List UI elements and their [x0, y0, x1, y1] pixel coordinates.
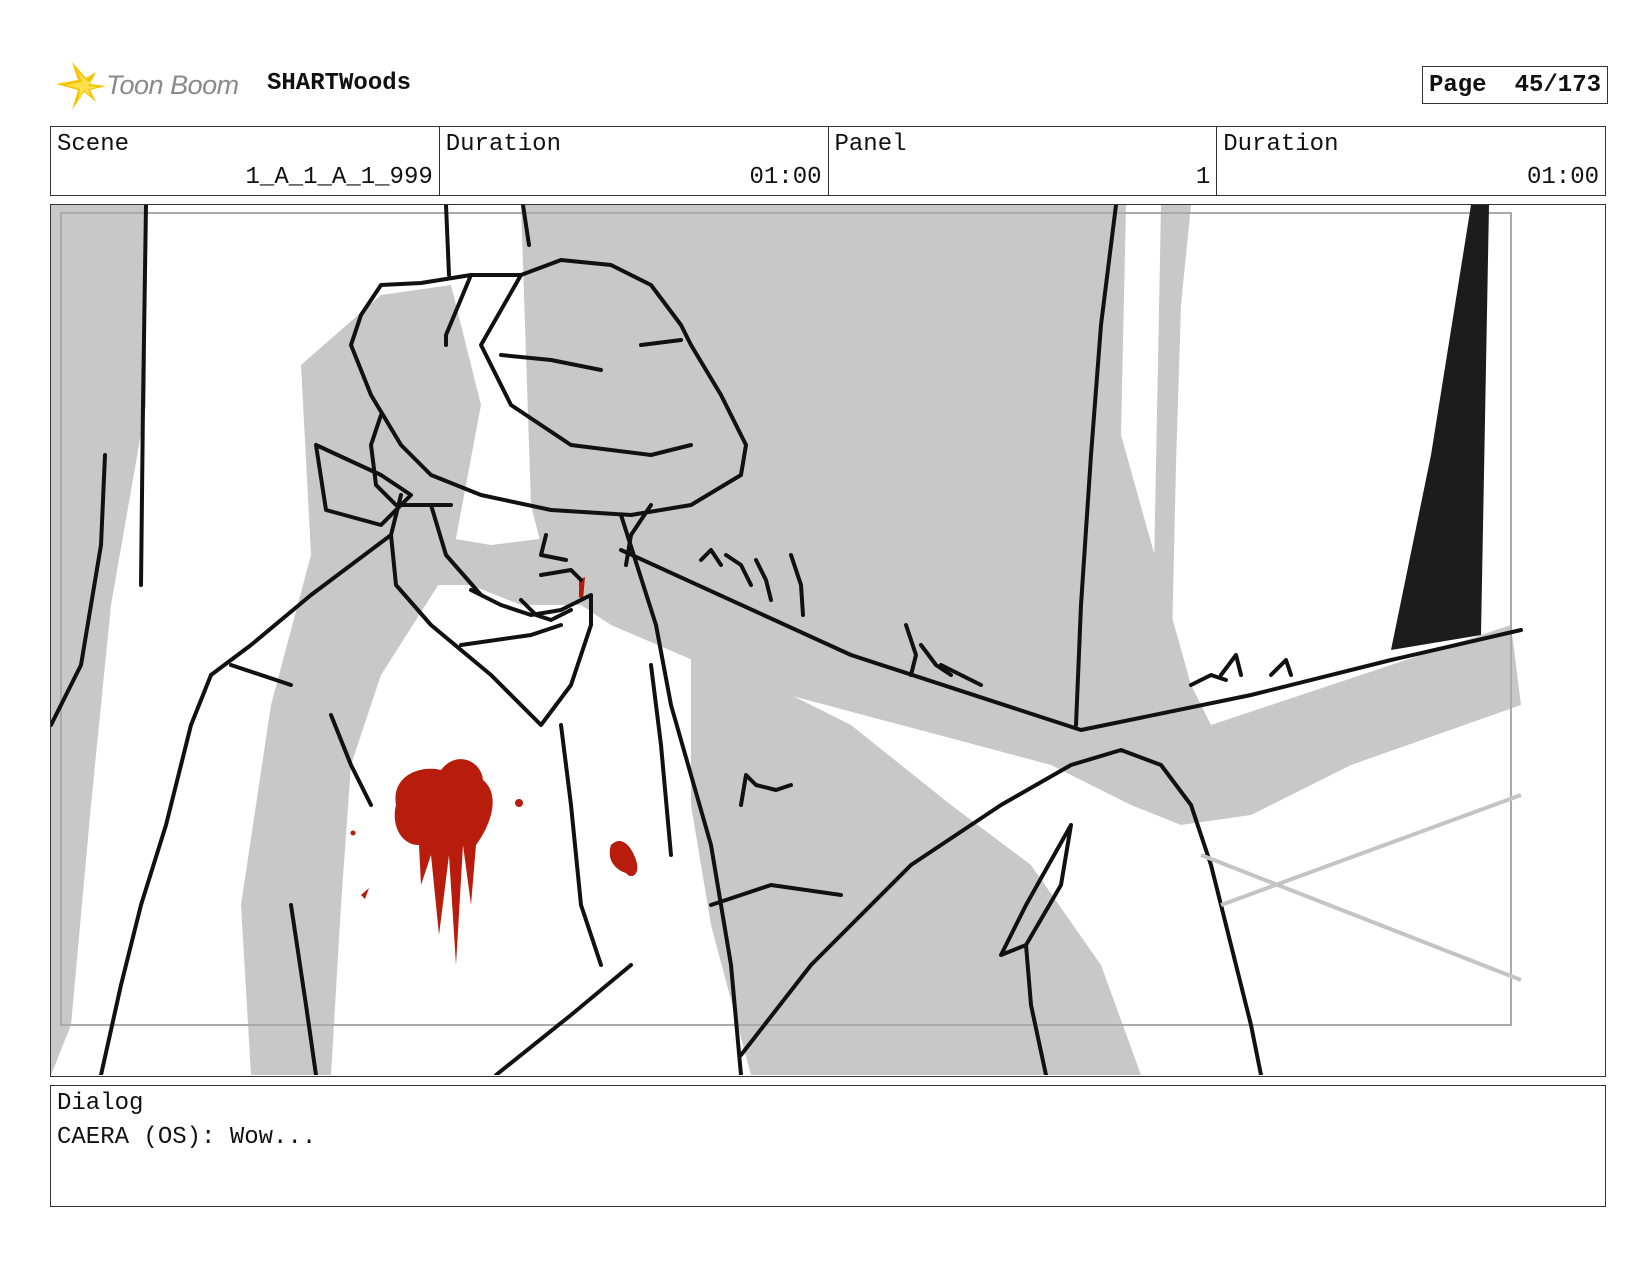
dialog-text: CAERA (OS): Wow... — [57, 1124, 317, 1151]
panel-value: 1 — [1195, 164, 1211, 191]
panel-duration-cell: Duration 01:00 — [1217, 127, 1605, 195]
page-header: Toon Boom SHARTWoods Page 45/173 — [52, 54, 1608, 118]
dialog-box: Dialog CAERA (OS): Wow... — [50, 1085, 1606, 1207]
starburst-icon — [56, 62, 106, 110]
scene-label: Scene — [57, 131, 130, 158]
storyboard-drawing — [51, 205, 1523, 1075]
scene-info-table: Scene 1_A_1_A_1_999 Duration 01:00 Panel… — [50, 126, 1606, 196]
toon-boom-logo: Toon Boom — [52, 58, 252, 114]
scene-duration-label: Duration — [445, 131, 561, 158]
logo-text: Toon Boom — [106, 70, 239, 100]
dialog-label: Dialog — [57, 1090, 144, 1117]
panel-cell: Panel 1 — [829, 127, 1218, 195]
panel-duration-value: 01:00 — [1526, 164, 1599, 191]
page-label: Page — [1428, 71, 1487, 99]
scene-duration-cell: Duration 01:00 — [440, 127, 829, 195]
scene-cell: Scene 1_A_1_A_1_999 — [51, 127, 440, 195]
panel-duration-label: Duration — [1223, 131, 1339, 158]
scene-duration-value: 01:00 — [749, 164, 822, 191]
storyboard-panel — [50, 204, 1606, 1077]
project-title: SHARTWoods — [267, 70, 412, 97]
panel-label: Panel — [834, 131, 907, 158]
page-indicator: Page 45/173 — [1421, 66, 1608, 104]
scene-value: 1_A_1_A_1_999 — [245, 164, 433, 191]
page-number: 45/173 — [1514, 71, 1601, 99]
